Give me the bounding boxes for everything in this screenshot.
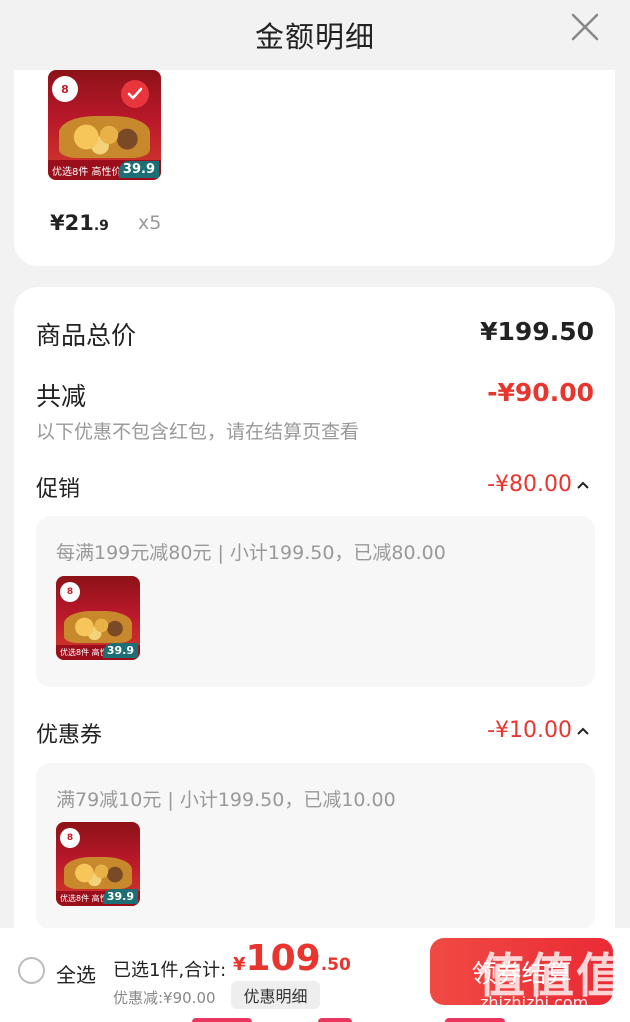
nuts-image <box>64 611 132 644</box>
tab-indicator <box>318 1018 352 1022</box>
promotion-product-image[interactable]: 8 优选8件 高性价比 39.9 <box>56 576 140 660</box>
tab-indicator <box>445 1018 505 1022</box>
total-reduce-value: -¥90.00 <box>487 378 594 407</box>
nuts-image <box>59 116 150 158</box>
reduce-note: 以下优惠不包含红包，请在结算页查看 <box>36 421 360 443</box>
thumb-badge: 8 <box>60 582 80 602</box>
promotion-value: -¥80.00 <box>487 472 572 497</box>
bottom-tab-strip <box>0 1016 630 1022</box>
total-price-value: ¥199.50 <box>480 317 594 346</box>
thumb-price: 39.9 <box>118 161 159 178</box>
select-all-radio[interactable] <box>18 957 45 984</box>
promotion-label: 促销 <box>36 477 81 502</box>
total-currency: ¥ <box>233 954 246 975</box>
promotion-desc: 每满199元减80元 | 小计199.50，已减80.00 <box>56 542 446 564</box>
close-icon[interactable] <box>570 12 600 42</box>
thumb-price: 39.9 <box>102 643 138 658</box>
thumb-price: 39.9 <box>102 889 138 904</box>
thumb-badge: 8 <box>52 76 78 102</box>
total-amount: ¥ 109 .50 <box>233 938 351 979</box>
thumb-badge: 8 <box>60 828 80 848</box>
modal-header: 金额明细 <box>0 0 630 70</box>
discount-text: 优惠减:¥90.00 <box>113 989 216 1007</box>
total-decimal: .50 <box>320 955 351 975</box>
item-quantity: x5 <box>138 212 162 234</box>
item-price-main: ¥21 <box>50 211 94 235</box>
selected-check-icon[interactable] <box>121 80 149 108</box>
chevron-up-icon <box>577 481 589 489</box>
coupon-value: -¥10.00 <box>487 718 572 743</box>
coupon-label: 优惠券 <box>36 723 103 748</box>
coupon-product-image[interactable]: 8 优选8件 高性价比 39.9 <box>56 822 140 906</box>
checkout-button[interactable]: 领券结算 <box>430 938 613 1005</box>
modal-title: 金额明细 <box>254 20 375 54</box>
item-price: ¥21.9 <box>50 211 109 235</box>
selected-count-text: 已选1件,合计: <box>113 960 227 981</box>
promotion-toggle[interactable]: -¥80.00 <box>487 472 590 497</box>
total-integer: 109 <box>245 938 321 979</box>
select-all-label[interactable]: 全选 <box>56 959 96 988</box>
discount-detail-button[interactable]: 优惠明细 <box>231 981 320 1009</box>
tab-indicator <box>192 1018 252 1022</box>
total-reduce-label: 共减 <box>36 382 87 411</box>
nuts-image <box>64 857 132 890</box>
coupon-desc: 满79减10元 | 小计199.50，已减10.00 <box>56 789 396 811</box>
total-price-label: 商品总价 <box>36 321 137 350</box>
item-price-decimal: .9 <box>93 218 109 234</box>
coupon-toggle[interactable]: -¥10.00 <box>487 718 590 743</box>
chevron-up-icon <box>577 727 589 735</box>
